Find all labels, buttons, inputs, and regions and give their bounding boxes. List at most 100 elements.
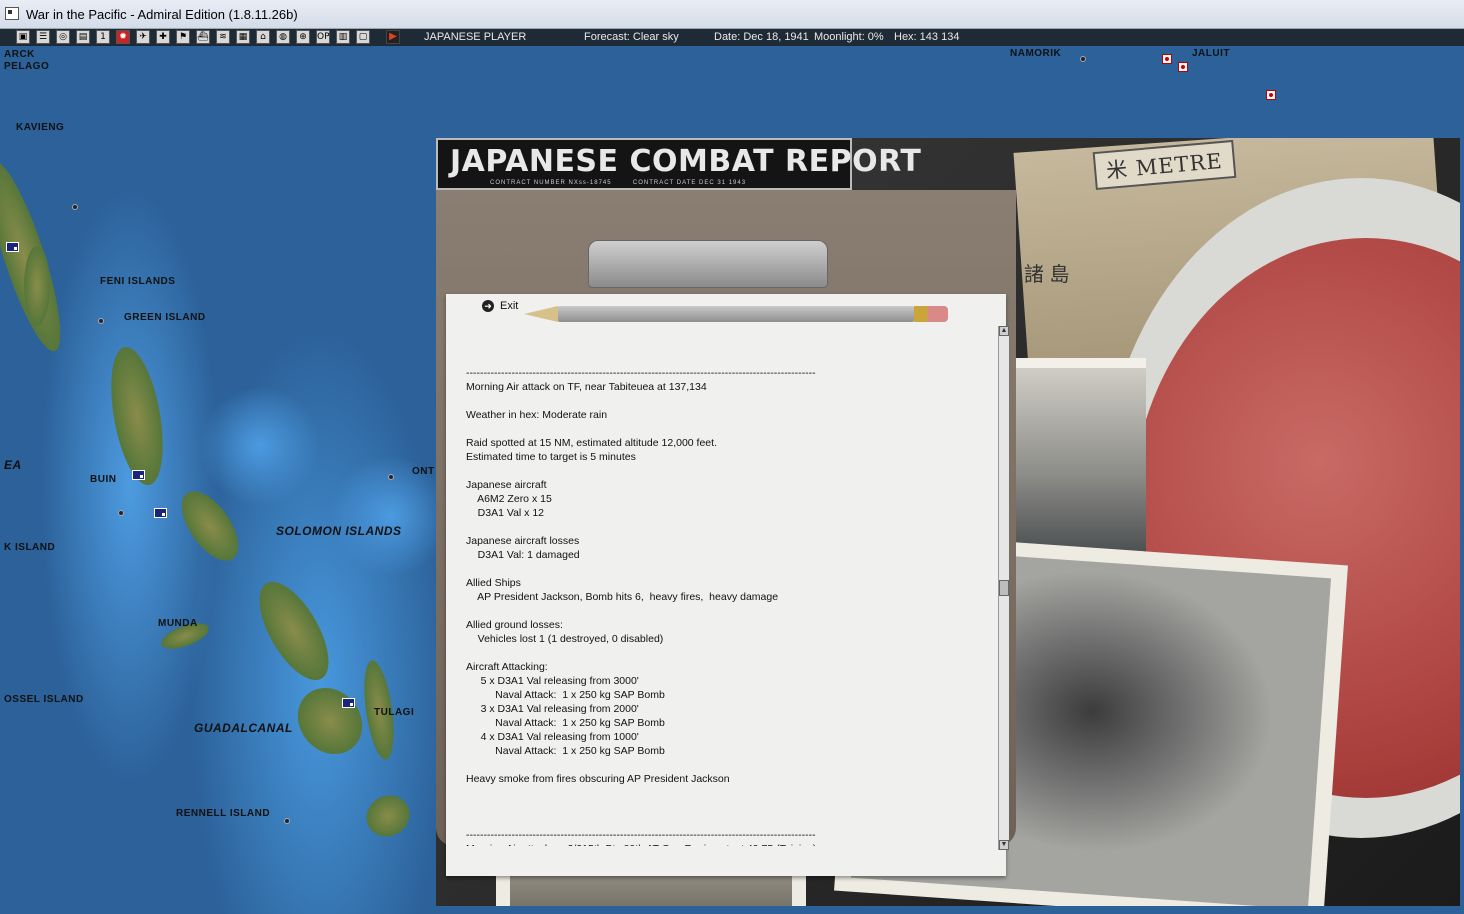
report-line [466,562,986,576]
report-line: Aircraft Attacking: [466,661,548,673]
bougainville-island [102,343,172,489]
report-text: ----------------------------------------… [466,366,986,846]
exit-label: Exit [500,300,519,312]
report-line [466,786,986,800]
scroll-thumb[interactable] [999,580,1009,596]
scroll-up-icon[interactable]: ▲ [999,326,1009,336]
map-label: ONT [412,466,435,477]
convoy-icon[interactable]: ≋ [216,30,230,44]
report-line [466,800,986,814]
map-view-icon[interactable]: ▣ [16,30,30,44]
base-dot-icon[interactable] [284,818,290,824]
report-line [466,422,986,436]
map-label: PELAGO [4,61,50,72]
report-line: Heavy smoke from fires obscuring AP Pres… [466,773,730,785]
report-line [466,520,986,534]
allied-flag-icon[interactable] [132,470,145,480]
shoreline-photo [1006,358,1146,573]
aircraft-icon[interactable]: ✚ [156,30,170,44]
flag-icon[interactable]: ⚑ [176,30,190,44]
exit-button[interactable]: ➜ Exit [482,300,518,312]
report-line [466,604,986,618]
player-label: JAPANESE PLAYER [424,31,527,43]
map-label: JALUIT [1192,48,1230,59]
report-line: Japanese aircraft [466,479,547,491]
report-line: Naval Attack: 1 x 250 kg SAP Bomb [466,717,665,729]
base-dot-icon[interactable] [388,474,394,480]
report-line: Naval Attack: 1 x 250 kg SAP Bomb [466,745,665,757]
land-unit-icon[interactable]: ▦ [236,30,250,44]
report-line: A6M2 Zero x 15 [466,493,552,505]
clipboard-clip [588,240,828,288]
base-dot-icon[interactable] [72,204,78,210]
op-button[interactable]: OP [316,30,330,44]
app-icon [5,7,19,20]
window-titlebar: War in the Pacific - Admiral Edition (1.… [0,0,1464,29]
report-icon[interactable]: ☰ [36,30,50,44]
report-line: AP President Jackson, Bomb hits 6, heavy… [466,591,779,603]
forecast-label: Forecast: Clear sky [584,31,679,43]
allied-flag-icon[interactable] [342,698,355,708]
report-line: 4 x D3A1 Val releasing from 1000' [466,731,639,743]
hex-label: Hex: 143 134 [894,31,960,43]
report-line: D3A1 Val: 1 damaged [466,549,580,561]
ship-icon[interactable]: ⛴ [196,30,210,44]
report-line: Allied Ships [466,577,521,589]
japanese-unit-icon[interactable] [1178,62,1188,72]
report-line: Morning Air attack on TF, near Tabiteuea… [466,381,707,393]
santa-isabel-island [245,571,343,691]
target-icon[interactable]: ⊕ [296,30,310,44]
report-line [466,646,986,660]
report-line [466,814,986,828]
info-button[interactable]: 1 [96,30,110,44]
base-icon[interactable]: ⌂ [256,30,270,44]
scroll-down-icon[interactable]: ▼ [999,840,1009,850]
pencil-icon [524,306,948,322]
japanese-unit-icon[interactable] [1162,54,1172,64]
report-line: Japanese aircraft losses [466,535,580,547]
report-line [466,394,986,408]
main-toolbar: ▣ ☰ ◎ ▤ 1 ✹ ✈ ✚ ⚑ ⛴ ≋ ▦ ⌂ ◍ ⊕ OP ▥ ▢ ▶ J… [0,29,1464,46]
map-label: SOLOMON ISLANDS [276,524,402,538]
san-cristobal-island [358,787,418,845]
list-icon[interactable]: ▥ [336,30,350,44]
kanji-text: 諸 島 [1024,264,1070,286]
map-label: OSSEL ISLAND [4,694,84,705]
report-line: Weather in hex: Moderate rain [466,409,608,421]
report-header: JAPANESE COMBAT REPORT CONTRACT NUMBER N… [436,138,921,190]
island [24,246,50,326]
map-label: BUIN [90,474,117,485]
window-icon[interactable]: ▢ [356,30,370,44]
report-line: Morning Air attack on 2/215th Bty 80th A… [466,842,986,846]
report-line: 5 x D3A1 Val releasing from 3000' [466,675,639,687]
exit-arrow-icon: ➜ [482,300,494,312]
report-line: 3 x D3A1 Val releasing from 2000' [466,703,639,715]
date-label: Date: Dec 18, 1941 [714,31,809,43]
globe-icon[interactable]: ◍ [276,30,290,44]
clipboard: ➜ Exit ---------------------------------… [436,190,1016,876]
choiseul-island [170,481,250,571]
map-label: KAVIENG [16,122,65,133]
map-label: EA [4,458,22,472]
report-line: Raid spotted at 15 NM, estimated altitud… [466,437,717,449]
window-title: War in the Pacific - Admiral Edition (1.… [26,7,298,22]
allied-flag-icon[interactable] [6,242,19,252]
map-label: NAMORIK [1010,48,1062,59]
intel-icon[interactable]: ◎ [56,30,70,44]
base-dot-icon[interactable] [98,318,104,324]
report-line: Allied ground losses: [466,619,563,631]
report-line: ----------------------------------------… [466,829,816,841]
report-line [466,758,986,772]
map-label: K ISLAND [4,542,56,553]
report-scrollbar[interactable]: ▲ ▼ [998,326,1009,850]
japanese-unit-icon[interactable] [1266,90,1276,100]
allied-flag-icon[interactable] [154,508,167,518]
rising-sun-icon[interactable]: ✹ [116,30,130,44]
base-dot-icon[interactable] [118,510,124,516]
air-group-icon[interactable]: ✈ [136,30,150,44]
map-label: GUADALCANAL [194,721,293,735]
summary-icon[interactable]: ▤ [76,30,90,44]
end-turn-play-icon[interactable]: ▶ [386,30,400,44]
base-dot-icon[interactable] [1080,56,1086,62]
report-line: D3A1 Val x 12 [466,507,545,519]
